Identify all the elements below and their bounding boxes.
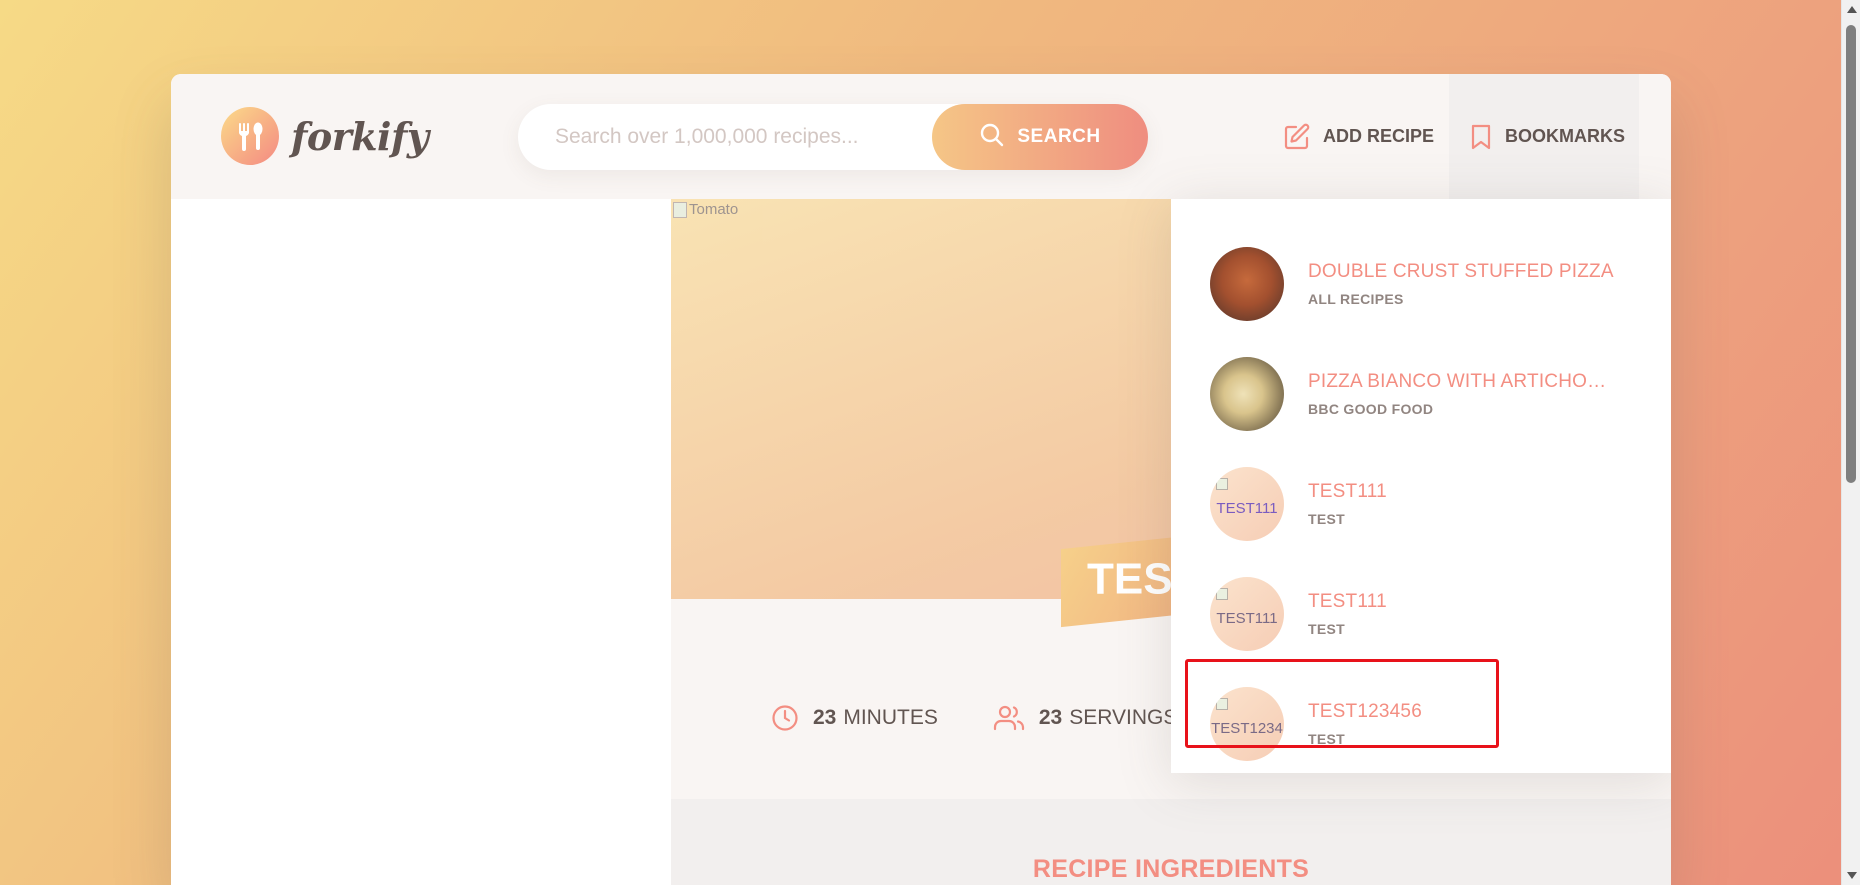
bookmark-publisher: TEST — [1308, 511, 1345, 527]
bookmark-title: PIZZA BIANCO WITH ARTICHOKE ... — [1308, 371, 1618, 392]
servings-value: 23 — [1038, 706, 1063, 729]
bookmark-publisher: TEST — [1308, 621, 1345, 637]
bookmarks-button[interactable]: BOOKMARKS — [1449, 74, 1639, 199]
cooking-time-unit: MINUTES — [843, 706, 938, 729]
bookmark-thumbnail-alt: TEST111 — [1216, 609, 1278, 627]
search-form: SEARCH — [518, 104, 1148, 170]
bookmark-publisher: BBC GOOD FOOD — [1308, 401, 1434, 417]
bookmark-thumbnail: TEST111 — [1210, 467, 1284, 541]
bookmarks-dropdown: DOUBLE CRUST STUFFED PIZZA ALL RECIPES P… — [1171, 199, 1671, 773]
recipe-details: 23 MINUTES 23 SERVINGS — [771, 704, 1232, 732]
broken-image-icon — [1216, 698, 1228, 710]
ingredients-heading: RECIPE INGREDIENTS — [1032, 855, 1310, 883]
bookmark-title: TEST123456 — [1308, 701, 1422, 722]
bookmark-item-selected[interactable]: TEST1234 TEST123456 TEST — [1171, 669, 1671, 779]
bookmark-item[interactable]: DOUBLE CRUST STUFFED PIZZA ALL RECIPES — [1171, 229, 1671, 339]
recipe-image-alt: Tomato — [689, 201, 739, 218]
app-container: forkify SEARCH ADD RECI — [171, 74, 1671, 885]
edit-icon — [1283, 123, 1311, 151]
broken-image-icon — [673, 201, 687, 218]
scroll-down-arrow-icon[interactable] — [1847, 872, 1857, 879]
bookmark-thumbnail-alt: TEST111 — [1216, 499, 1278, 517]
bookmark-thumbnail — [1210, 357, 1284, 431]
page-scrollbar[interactable] — [1841, 0, 1860, 885]
broken-image-icon — [1216, 478, 1228, 490]
bookmark-thumbnail — [1210, 247, 1284, 321]
bookmark-thumbnail-alt: TEST1234 — [1211, 719, 1283, 737]
search-input[interactable] — [555, 125, 935, 149]
bookmark-item[interactable]: PIZZA BIANCO WITH ARTICHOKE ... BBC GOOD… — [1171, 339, 1671, 449]
cooking-time-value: 23 — [813, 706, 837, 729]
bookmark-title: DOUBLE CRUST STUFFED PIZZA — [1308, 261, 1614, 282]
bookmark-icon — [1469, 123, 1493, 151]
header: forkify SEARCH ADD RECI — [171, 74, 1671, 199]
bookmark-title: TEST111 — [1308, 591, 1387, 612]
bookmark-thumbnail: TEST1234 — [1210, 687, 1284, 761]
search-button-label: SEARCH — [1017, 126, 1101, 147]
broken-image-placeholder: Tomato — [673, 201, 738, 218]
clock-icon — [771, 704, 799, 732]
bookmark-item[interactable]: TEST111 TEST111 TEST — [1171, 449, 1671, 559]
bookmarks-label: BOOKMARKS — [1505, 126, 1625, 146]
recipe-ingredients-section: RECIPE INGREDIENTS — [671, 799, 1671, 885]
users-icon — [993, 704, 1025, 732]
logo[interactable]: forkify — [221, 107, 429, 165]
bookmark-item[interactable]: TEST111 TEST111 TEST — [1171, 559, 1671, 669]
servings-unit: SERVINGS — [1069, 706, 1178, 729]
fork-spoon-icon — [221, 107, 279, 165]
scroll-up-arrow-icon[interactable] — [1847, 6, 1857, 13]
bookmark-title: TEST111 — [1308, 481, 1387, 502]
add-recipe-label: ADD RECIPE — [1323, 126, 1435, 146]
broken-image-icon — [1216, 588, 1228, 600]
add-recipe-button[interactable]: ADD RECIPE — [1283, 74, 1434, 199]
bookmark-publisher: TEST — [1308, 731, 1345, 747]
bookmark-publisher: ALL RECIPES — [1308, 291, 1404, 307]
bookmark-thumbnail: TEST111 — [1210, 577, 1284, 651]
recipe-cooking-time: 23 MINUTES — [771, 704, 938, 732]
recipe-servings: 23 SERVINGS — [993, 704, 1178, 732]
search-icon — [979, 122, 1005, 152]
search-button[interactable]: SEARCH — [932, 104, 1148, 170]
scrollbar-thumb[interactable] — [1846, 25, 1856, 483]
logo-text: forkify — [291, 113, 429, 159]
search-results-panel — [171, 199, 671, 885]
